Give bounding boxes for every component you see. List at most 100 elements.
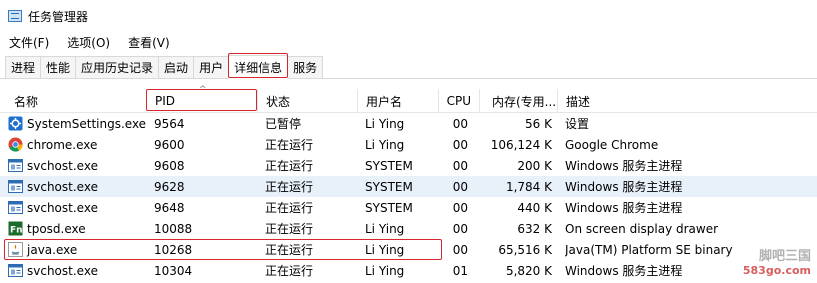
cell-pid: 10268 [154, 239, 257, 260]
cell-desc-text: Windows 服务主进程 [565, 159, 683, 173]
java-icon [8, 242, 23, 257]
cell-status-text: 正在运行 [265, 243, 314, 257]
cell-name-text: svchost.exe [27, 200, 98, 215]
cell-name-text: svchost.exe [27, 263, 98, 278]
column-header-status[interactable]: 状态 [257, 89, 357, 113]
cell-desc: Google Chrome [565, 134, 817, 155]
tab-startup[interactable]: 启动 [158, 56, 195, 78]
cell-user-text: Li Ying [365, 221, 405, 236]
cell-cpu: 00 [438, 155, 468, 176]
table-row[interactable]: Fn tposd.exe 10088 正在运行 Li Ying 00 632 K On scr… [0, 218, 817, 239]
cell-cpu: 01 [438, 260, 468, 281]
cell-name-text: java.exe [27, 242, 78, 257]
cell-user-text: Li Ying [365, 137, 405, 152]
cell-status-text: 正在运行 [265, 159, 314, 173]
table-row[interactable]: chrome.exe 9600 正在运行 Li Ying 00 106,124 K Goog… [0, 134, 817, 155]
cell-memory: 200 K [479, 155, 552, 176]
menu-bar: 文件(F) 选项(O) 查看(V) [0, 32, 817, 52]
sort-ascending-icon: ^ [199, 85, 207, 95]
table-header: 名称 PID 状态 用户名 CPU 内存(专用... 描述 ^ [0, 85, 817, 113]
cell-user: Li Ying [365, 260, 438, 281]
tab-bar: 进程 性能 应用历史记录 启动 用户 详细信息 服务 [0, 53, 817, 79]
cell-user-text: Li Ying [365, 242, 405, 257]
cell-memory-text: 106,124 K [490, 137, 552, 152]
cell-name-text: chrome.exe [27, 137, 98, 152]
table-row[interactable]: svchost.exe 10304 正在运行 Li Ying 01 5,820 K Wind… [0, 260, 817, 281]
cell-status: 正在运行 [265, 134, 357, 155]
column-header-cpu[interactable]: CPU [438, 89, 479, 113]
cell-status: 正在运行 [265, 239, 357, 260]
cell-name-text: svchost.exe [27, 158, 98, 173]
cell-status-text: 正在运行 [265, 138, 314, 152]
cell-name: svchost.exe [8, 260, 146, 281]
cell-status: 正在运行 [265, 218, 357, 239]
cell-user: Li Ying [365, 113, 438, 134]
cell-name: chrome.exe [8, 134, 146, 155]
cell-pid: 9600 [154, 134, 257, 155]
tposd-icon: Fn [8, 221, 23, 236]
cell-cpu: 00 [438, 239, 468, 260]
service-host-icon [8, 200, 23, 215]
watermark: 脚吧三国 583go.com [743, 245, 811, 277]
tab-users[interactable]: 用户 [193, 56, 230, 78]
cell-desc: 设置 [565, 113, 817, 134]
column-header-description[interactable]: 描述 [557, 89, 817, 113]
cell-memory: 56 K [479, 113, 552, 134]
table-row[interactable]: svchost.exe 9608 正在运行 SYSTEM 00 200 K Windows … [0, 155, 817, 176]
service-host-icon [8, 263, 23, 278]
table-row[interactable]: java.exe 10268 正在运行 Li Ying 00 65,516 K Java(T… [0, 239, 817, 260]
cell-pid-text: 10268 [154, 242, 193, 257]
table-row[interactable]: SystemSettings.exe 9564 已暂停 Li Ying 00 56 K 设置 [0, 113, 817, 134]
cell-user-text: SYSTEM [365, 158, 413, 173]
menu-options[interactable]: 选项(O) [58, 34, 119, 51]
cell-desc: Windows 服务主进程 [565, 197, 817, 218]
cell-memory: 5,820 K [479, 260, 552, 281]
cell-desc: Windows 服务主进程 [565, 176, 817, 197]
cell-name: SystemSettings.exe [8, 113, 146, 134]
tab-details[interactable]: 详细信息 [228, 53, 289, 79]
tab-processes[interactable]: 进程 [5, 56, 42, 78]
cell-cpu-text: 00 [452, 179, 468, 194]
tab-performance[interactable]: 性能 [40, 56, 77, 78]
cell-name: svchost.exe [8, 197, 146, 218]
cell-cpu: 00 [438, 176, 468, 197]
cell-cpu-text: 00 [452, 242, 468, 257]
cell-desc-text: 设置 [565, 117, 590, 131]
watermark-title: 脚吧三国 [758, 249, 811, 264]
cell-name-text: tposd.exe [27, 221, 86, 236]
cell-user: Li Ying [365, 134, 438, 155]
cell-pid: 10088 [154, 218, 257, 239]
menu-file[interactable]: 文件(F) [0, 34, 58, 51]
cell-status-text: 正在运行 [265, 222, 314, 236]
cell-pid: 10304 [154, 260, 257, 281]
cell-status: 正在运行 [265, 176, 357, 197]
cell-status: 正在运行 [265, 197, 357, 218]
cell-desc-text: On screen display drawer [565, 221, 719, 236]
cell-desc: Windows 服务主进程 [565, 155, 817, 176]
cell-pid-text: 9628 [154, 179, 185, 194]
column-header-user[interactable]: 用户名 [357, 89, 438, 113]
cell-status: 正在运行 [265, 155, 357, 176]
column-header-name[interactable]: 名称 [0, 89, 146, 113]
cell-cpu-text: 00 [452, 221, 468, 236]
table-row[interactable]: svchost.exe 9628 正在运行 SYSTEM 00 1,784 K Window… [0, 176, 817, 197]
cell-cpu-text: 00 [452, 137, 468, 152]
table-row[interactable]: svchost.exe 9648 正在运行 SYSTEM 00 440 K Windows … [0, 197, 817, 218]
column-header-memory[interactable]: 内存(专用... [479, 89, 557, 113]
cell-desc-text: Google Chrome [565, 137, 659, 152]
cell-memory-text: 200 K [517, 158, 552, 173]
cell-user-text: SYSTEM [365, 179, 413, 194]
tab-services[interactable]: 服务 [287, 56, 324, 78]
cell-name: svchost.exe [8, 155, 146, 176]
service-host-icon [8, 158, 23, 173]
cell-desc-text: Windows 服务主进程 [565, 201, 683, 215]
menu-view[interactable]: 查看(V) [119, 34, 179, 51]
cell-memory: 65,516 K [479, 239, 552, 260]
cell-status: 正在运行 [265, 260, 357, 281]
title-bar: 任务管理器 [0, 0, 817, 32]
cell-memory-text: 440 K [517, 200, 552, 215]
cell-name-text: svchost.exe [27, 179, 98, 194]
window-title: 任务管理器 [28, 9, 89, 24]
tab-app-history[interactable]: 应用历史记录 [75, 56, 160, 78]
cell-status: 已暂停 [265, 113, 357, 134]
